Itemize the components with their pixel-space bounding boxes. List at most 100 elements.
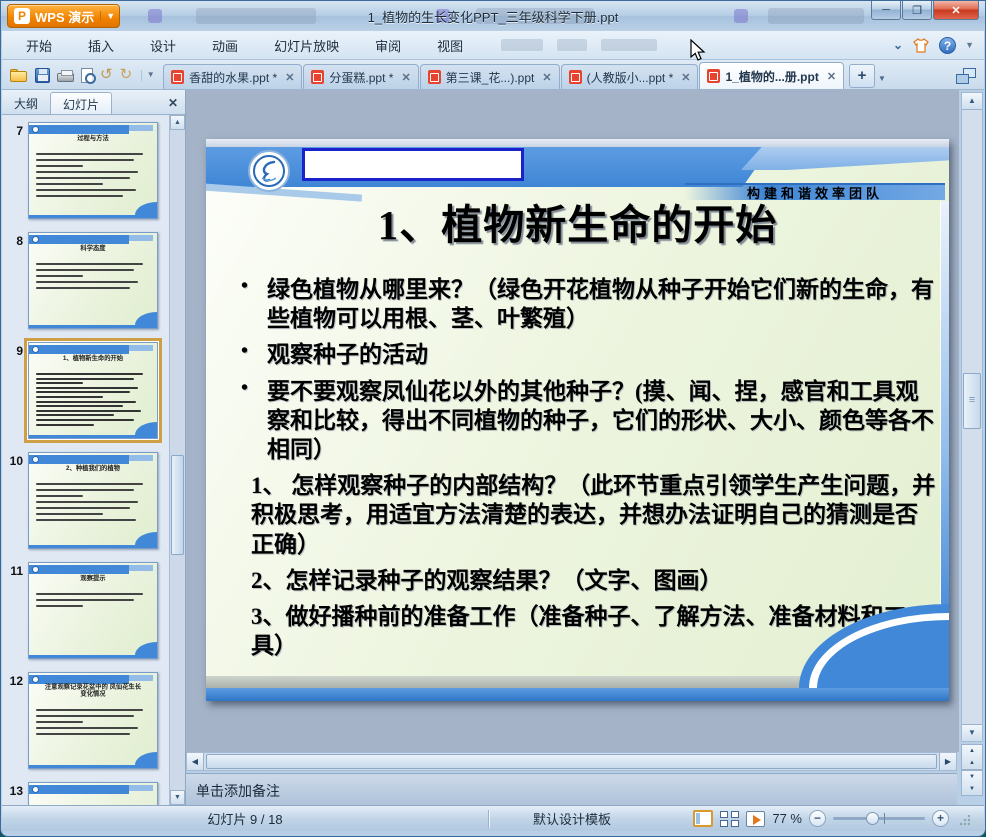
slide-thumbnail-8[interactable]: 8 科学态度 (2, 232, 169, 329)
wps-logo-icon: P (14, 8, 30, 24)
wps-app-button[interactable]: P WPS 演示 ▼ (7, 4, 121, 28)
current-slide[interactable]: 构建和谐效率团队 1、植物新生命的开始 • 绿色植物从哪里来？（绿色开花植物从种子… (206, 139, 949, 701)
doc-tab-3[interactable]: 第三课_花...).ppt ✕ (419, 64, 560, 89)
scroll-down-icon[interactable]: ▼ (170, 790, 185, 805)
slide-thumbnail-13[interactable]: 13 (2, 782, 169, 805)
slide-number: 11 (10, 564, 23, 578)
wps-presentation-window: P WPS 演示 ▼ 1_植物的生长变化PPT_三年级科学下册.ppt ─ ❐ … (0, 0, 986, 837)
menu-animation[interactable]: 动画 (200, 32, 250, 59)
doc-tab-label: (人教版小...ppt * (586, 70, 674, 85)
menu-review[interactable]: 审阅 (363, 32, 413, 59)
minimize-button[interactable]: ─ (871, 1, 901, 20)
menu-insert[interactable]: 插入 (76, 32, 126, 59)
tab-close-icon[interactable]: ✕ (542, 71, 551, 84)
zoom-out-button[interactable]: − (809, 810, 826, 827)
new-tab-button[interactable]: + (849, 64, 876, 88)
previous-slide-button[interactable]: ▲ ▲ (961, 744, 983, 770)
thumbnail-list: 7 过程与方法 8 科学态度 9 1、植物新生命的开始 10 2、种植我们的植物… (2, 115, 169, 805)
thumb-title: 过程与方法 (77, 135, 109, 142)
save-icon[interactable] (35, 68, 50, 83)
slide-title[interactable]: 1、植物新生命的开始 (206, 191, 949, 251)
print-preview-icon[interactable] (81, 68, 96, 84)
ppt-file-icon (707, 69, 721, 83)
horizontal-scroll-thumb[interactable] (206, 754, 937, 769)
doc-tab-label: 第三课_花...).ppt (445, 70, 535, 85)
bullet-item: • 要不要观察凤仙花以外的其他种子？(摸、闻、捏，感官和工具观察和比较，得出不同植… (234, 377, 936, 465)
doc-tab-label: 分蛋糕.ppt * (329, 70, 394, 85)
doc-tab-2[interactable]: 分蛋糕.ppt * ✕ (303, 64, 419, 89)
thumb-title: 注意观察记录花盆中的 凤仙花生长变化情况 (44, 683, 142, 698)
help-caret-icon[interactable]: ▼ (965, 40, 974, 50)
new-tab-caret-icon[interactable]: ▼ (878, 74, 886, 83)
slide-sorter-icon[interactable] (720, 810, 740, 827)
slide-body-text[interactable]: • 绿色植物从哪里来？（绿色开花植物从种子开始它们新的生命，有些植物可以用根、茎、… (234, 275, 936, 667)
ppt-file-icon (311, 70, 325, 84)
vertical-scroll-thumb[interactable] (963, 373, 981, 429)
tab-slides[interactable]: 幻灯片 (50, 92, 113, 114)
scroll-down-icon[interactable]: ▼ (962, 724, 982, 741)
undo-icon[interactable]: ↺ (100, 67, 113, 82)
collapse-ribbon-icon[interactable]: ⌄ (893, 38, 903, 52)
slide-editor-canvas[interactable]: 构建和谐效率团队 1、植物新生命的开始 • 绿色植物从哪里来？（绿色开花植物从种子… (186, 90, 959, 752)
skin-icon[interactable] (912, 37, 930, 53)
scroll-up-icon[interactable]: ▲ (962, 93, 982, 110)
tab-close-icon[interactable]: ✕ (827, 70, 836, 83)
scroll-left-icon[interactable]: ◀ (187, 753, 204, 770)
slide-number: 10 (9, 454, 23, 468)
bullet-dot-icon: • (241, 275, 249, 297)
tab-close-icon[interactable]: ✕ (401, 71, 410, 84)
arrange-windows-icon[interactable] (956, 68, 976, 84)
slide-top-strip (206, 139, 949, 147)
doc-tab-1[interactable]: 香甜的水果.ppt * ✕ (163, 64, 303, 89)
slide-thumbnail-10[interactable]: 10 2、种植我们的植物 (2, 452, 169, 549)
slide-thumbnail-12[interactable]: 12 注意观察记录花盆中的 凤仙花生长变化情况 (2, 672, 169, 769)
ppt-file-icon (427, 70, 441, 84)
menu-design[interactable]: 设计 (138, 32, 188, 59)
zoom-slider[interactable] (833, 812, 925, 825)
slide-number: 12 (9, 674, 23, 688)
sidebar-scrollbar[interactable]: ▲ ▼ (169, 115, 185, 805)
slideshow-play-icon[interactable] (746, 810, 766, 827)
toolbar-overflow-icon[interactable]: ▼ (141, 69, 155, 81)
close-button[interactable]: ✕ (933, 1, 979, 20)
panel-close-icon[interactable]: ✕ (168, 96, 178, 110)
tab-outline[interactable]: 大纲 (2, 92, 50, 114)
menu-view[interactable]: 视图 (425, 32, 475, 59)
app-menu-caret-icon[interactable]: ▼ (100, 11, 115, 21)
print-icon[interactable] (57, 70, 74, 82)
sidebar-scroll-thumb[interactable] (171, 455, 184, 555)
scroll-right-icon[interactable]: ▶ (939, 753, 956, 770)
slide-thumbnail-9-selected[interactable]: 9 1、植物新生命的开始 (2, 342, 169, 439)
normal-view-icon[interactable] (693, 810, 714, 827)
ppt-file-icon (171, 70, 185, 84)
zoom-slider-thumb[interactable] (866, 812, 880, 825)
slide-indicator: 幻灯片 9 / 18 (207, 812, 283, 827)
horizontal-scrollbar[interactable]: ◀ ▶ (186, 752, 957, 771)
doc-tab-5-active[interactable]: 1_植物的...册.ppt ✕ (699, 62, 845, 89)
maximize-button[interactable]: ❐ (902, 1, 932, 20)
help-icon[interactable]: ? (939, 36, 957, 54)
slide-number: 8 (16, 234, 23, 248)
template-name: 默认设计模板 (533, 812, 612, 827)
numbered-item: 2、怎样记录种子的观察结果？（文字、图画） (251, 567, 723, 593)
open-file-icon[interactable] (10, 67, 28, 83)
tab-close-icon[interactable]: ✕ (681, 71, 690, 84)
redo-icon[interactable]: ↻ (120, 67, 133, 82)
notes-pane[interactable]: 单击添加备注 (186, 773, 957, 807)
menu-slideshow[interactable]: 幻灯片放映 (262, 32, 351, 59)
zoom-in-button[interactable]: + (932, 810, 949, 827)
vertical-scrollbar[interactable]: ▲ ▼ (961, 92, 983, 742)
scroll-up-icon[interactable]: ▲ (170, 115, 185, 130)
slide-thumbnail-7[interactable]: 7 过程与方法 (2, 122, 169, 219)
zoom-100-tick (883, 813, 885, 824)
tab-close-icon[interactable]: ✕ (285, 71, 294, 84)
doc-tab-4[interactable]: (人教版小...ppt * ✕ (560, 64, 699, 89)
menu-home[interactable]: 开始 (14, 32, 64, 59)
resize-grip[interactable] (958, 815, 970, 827)
statusbar: 幻灯片 9 / 18 默认设计模板 77 % − + (2, 805, 984, 831)
slide-thumbnail-11[interactable]: 11 观察提示 (2, 562, 169, 659)
document-tabs: 香甜的水果.ppt * ✕ 分蛋糕.ppt * ✕ 第三课_花...).ppt … (163, 60, 886, 89)
next-slide-button[interactable]: ▼ ▼ (961, 770, 983, 796)
slide-textbox-empty[interactable] (302, 148, 524, 181)
redacted-task-tab (476, 8, 595, 24)
